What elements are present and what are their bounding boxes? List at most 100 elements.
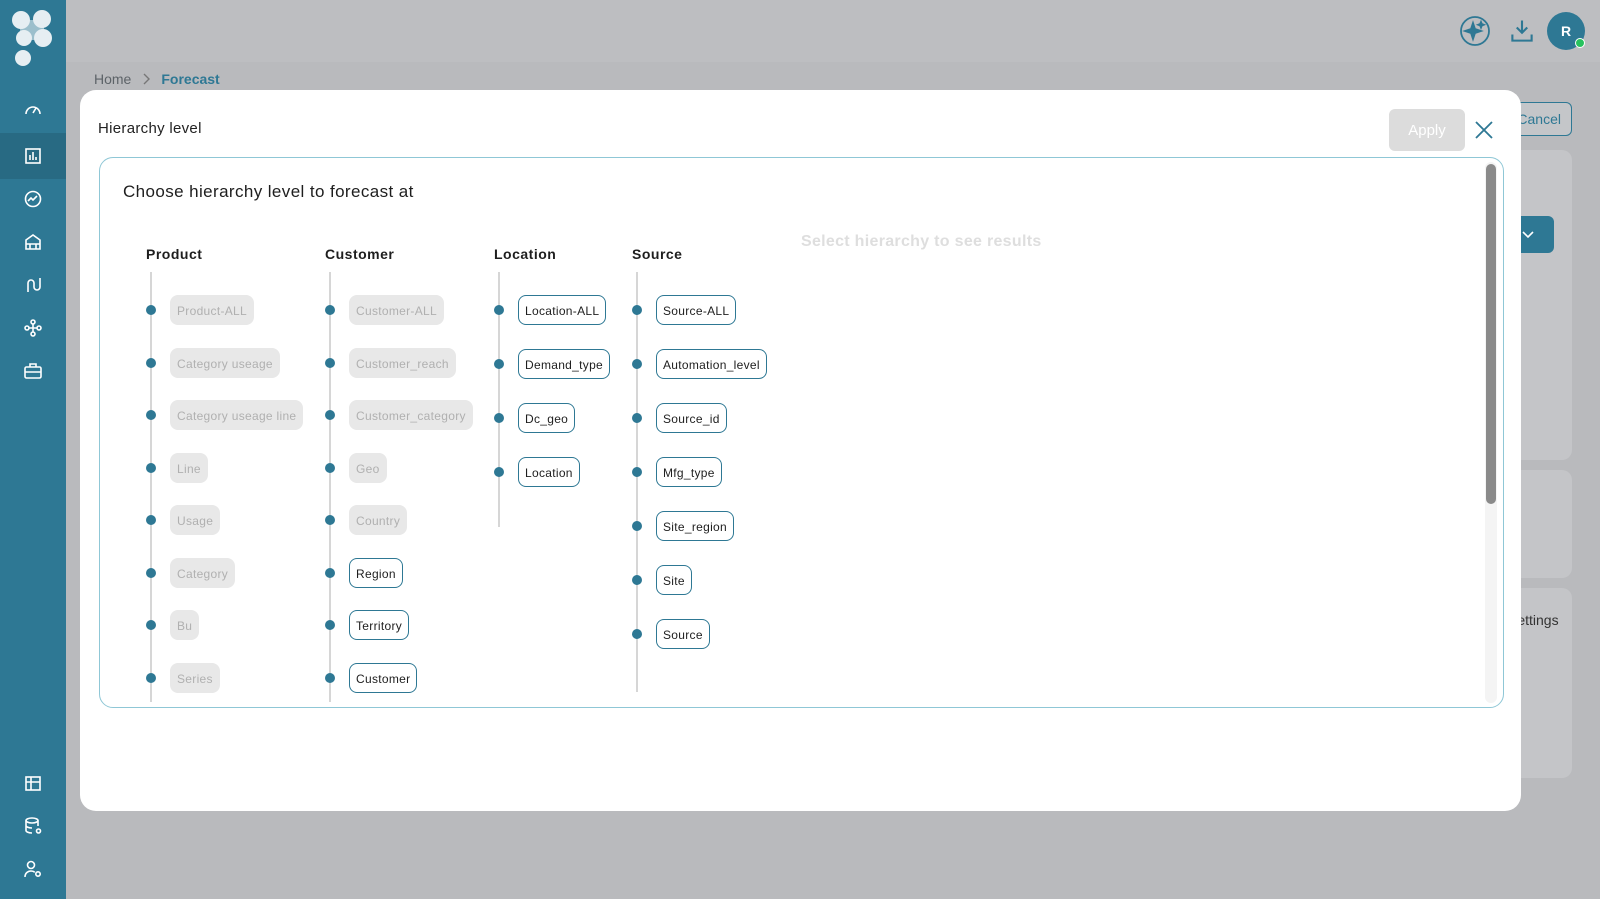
hierarchy-node-dot <box>146 567 156 578</box>
results-placeholder: Select hierarchy to see results <box>801 233 1042 250</box>
hierarchy-option[interactable]: Source <box>656 619 710 649</box>
hierarchy-node-dot <box>146 357 156 368</box>
reports-icon[interactable] <box>21 771 45 795</box>
hierarchy-panel: Choose hierarchy level to forecast at Se… <box>99 157 1504 708</box>
hierarchy-option: Line <box>170 452 208 483</box>
hierarchy-node-dot <box>632 467 642 477</box>
hierarchy-option[interactable]: Dc_geo <box>518 403 576 433</box>
hierarchy-node: Usage <box>146 505 221 535</box>
route-icon[interactable] <box>21 273 45 297</box>
hierarchy-option[interactable]: Demand_type <box>518 349 611 379</box>
hierarchy-column-location: Location Location-ALL Demand_type Dc_geo Loc… <box>494 246 611 527</box>
hierarchy-node: Category useage <box>146 347 280 378</box>
hierarchy-option[interactable]: Automation_level <box>656 349 767 379</box>
hierarchy-node-dot <box>146 410 156 420</box>
hierarchy-node-dot <box>146 515 156 525</box>
user-settings-icon[interactable] <box>21 857 45 881</box>
hierarchy-node-dot <box>325 620 335 630</box>
hierarchy-option[interactable]: Mfg_type <box>656 457 722 487</box>
analytics-icon[interactable] <box>21 187 45 211</box>
inventory-icon[interactable] <box>21 230 45 254</box>
hierarchy-node: Source_id <box>632 403 727 433</box>
hierarchy-option: Category <box>170 557 236 588</box>
panel-heading: Choose hierarchy level to forecast at <box>123 182 414 201</box>
hierarchy-option[interactable]: Customer <box>349 662 418 693</box>
breadcrumb-current: Forecast <box>161 71 220 87</box>
hierarchy-column-title: Product <box>146 246 203 262</box>
hierarchy-node-dot <box>494 467 504 477</box>
hierarchy-node: Customer_reach <box>325 347 456 378</box>
hierarchy-option: Bu <box>170 610 200 640</box>
hierarchy-node: Customer_category <box>325 400 473 430</box>
hierarchy-option: Category useage <box>170 347 280 378</box>
hierarchy-node-dot <box>325 305 335 315</box>
hierarchy-option: Series <box>170 662 220 693</box>
hierarchy-option[interactable]: Location <box>518 457 580 487</box>
hierarchy-option: Category useage line <box>170 400 304 430</box>
modal-title: Hierarchy level <box>98 120 202 137</box>
hierarchy-option: Customer_category <box>349 400 473 430</box>
hierarchy-node: Bu <box>146 610 200 640</box>
hierarchy-option[interactable]: Location-ALL <box>518 295 607 325</box>
hierarchy-node-dot <box>146 620 156 630</box>
hierarchy-node-dot <box>146 305 156 315</box>
forecast-chart-icon[interactable] <box>21 144 45 168</box>
hierarchy-column-title: Location <box>494 246 557 262</box>
hierarchy-node: Category useage line <box>146 400 304 430</box>
online-status-dot <box>1575 38 1585 48</box>
avatar-initial: R <box>1560 23 1572 39</box>
apply-button[interactable]: Apply <box>1389 109 1465 151</box>
close-icon[interactable] <box>1472 118 1496 142</box>
hierarchy-option[interactable]: Site <box>656 565 692 595</box>
hierarchy-node: Product-ALL <box>146 295 255 325</box>
hierarchy-option[interactable]: Site_region <box>656 511 735 541</box>
hierarchy-node: Territory <box>325 610 410 640</box>
database-settings-icon[interactable] <box>21 814 45 838</box>
hierarchy-node: Country <box>325 505 408 535</box>
hierarchy-column-title: Source <box>632 246 683 262</box>
hierarchy-option[interactable]: Region <box>349 557 403 588</box>
hierarchy-node: Site_region <box>632 511 735 541</box>
hierarchy-node-dot <box>325 410 335 420</box>
hierarchy-option[interactable]: Source_id <box>656 403 727 433</box>
user-avatar[interactable]: R <box>1547 12 1585 50</box>
breadcrumb: Home Forecast <box>94 71 220 87</box>
hierarchy-column-source: Source Source-ALL Automation_level Source_i… <box>632 246 767 692</box>
hierarchy-node: Location-ALL <box>494 295 607 325</box>
background-cancel-label: Cancel <box>1517 111 1561 127</box>
hierarchy-node: Location <box>494 457 580 487</box>
hierarchy-node-dot <box>325 462 335 473</box>
hierarchy-option[interactable]: Territory <box>349 610 410 640</box>
breadcrumb-home[interactable]: Home <box>94 71 131 87</box>
scrollbar-thumb[interactable] <box>1486 164 1496 504</box>
hierarchy-option[interactable]: Source-ALL <box>656 295 737 325</box>
hierarchy-node: Dc_geo <box>494 403 576 433</box>
hierarchy-node: Region <box>325 557 403 588</box>
hierarchy-node: Customer-ALL <box>325 295 444 325</box>
chevron-right-icon <box>143 73 151 85</box>
hierarchy-node: Source <box>632 619 710 649</box>
network-icon[interactable] <box>21 316 45 340</box>
download-icon[interactable] <box>1506 15 1538 47</box>
sidebar <box>0 0 66 899</box>
hierarchy-node: Mfg_type <box>632 457 722 487</box>
hierarchy-node: Demand_type <box>494 349 611 379</box>
hierarchy-option: Customer_reach <box>349 347 456 378</box>
hierarchy-node-dot <box>632 629 642 639</box>
hierarchy-node: Source-ALL <box>632 295 737 325</box>
hierarchy-column-customer: Customer Customer-ALL Customer_reach Custom… <box>325 246 473 702</box>
hierarchy-node: Category <box>146 557 236 588</box>
hierarchy-node-dot <box>494 359 504 369</box>
sparkle-ai-icon[interactable] <box>1459 15 1491 47</box>
hierarchy-column-title: Customer <box>325 246 395 262</box>
hierarchy-level-modal: Hierarchy level Apply Choose hierarchy l… <box>80 90 1521 811</box>
dashboard-gauge-icon[interactable] <box>21 98 45 122</box>
hierarchy-node-dot <box>494 413 504 423</box>
hierarchy-node: Automation_level <box>632 349 767 379</box>
hierarchy-node-dot <box>632 413 642 423</box>
app-logo[interactable] <box>10 8 54 68</box>
briefcase-icon[interactable] <box>21 359 45 383</box>
hierarchy-node-dot <box>632 521 642 531</box>
hierarchy-node-dot <box>494 305 504 315</box>
hierarchy-option: Customer-ALL <box>349 295 444 325</box>
